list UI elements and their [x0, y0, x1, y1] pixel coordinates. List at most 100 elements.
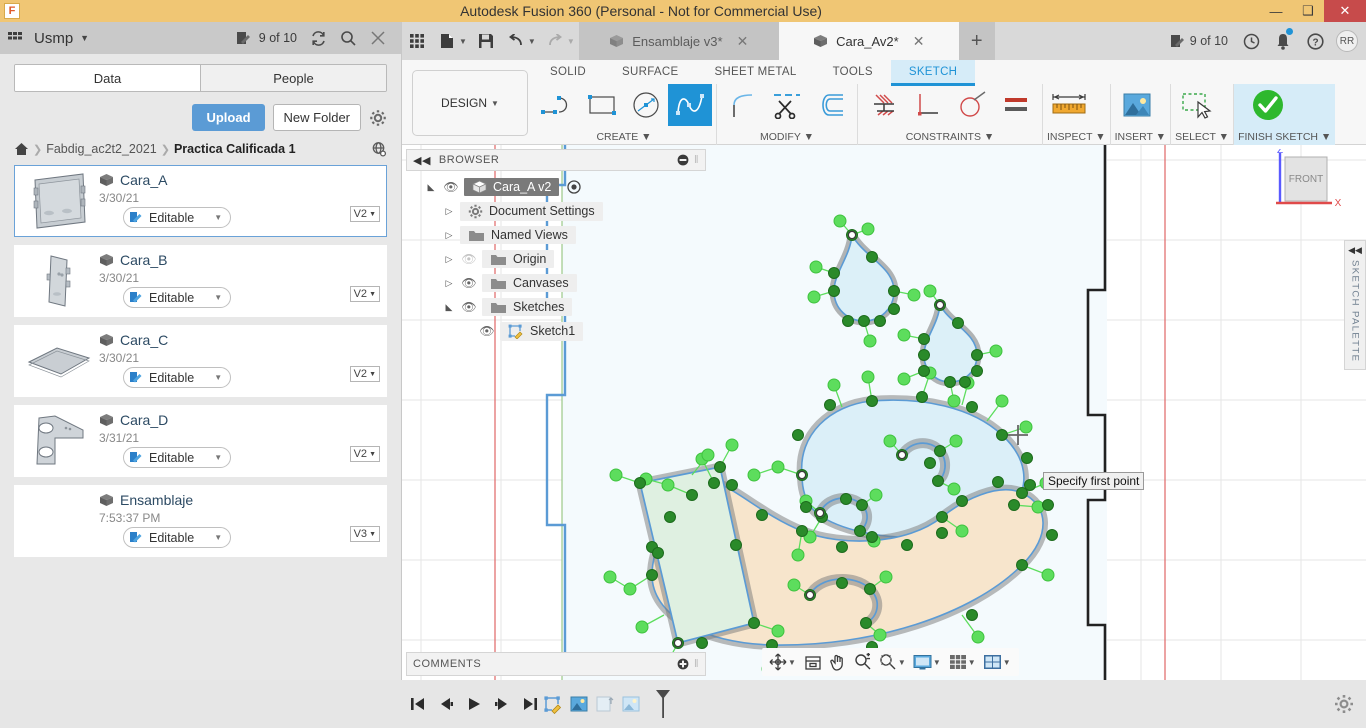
chevron-down-icon[interactable]: ▼ — [528, 37, 536, 46]
save-icon[interactable] — [471, 22, 501, 60]
new-folder-button[interactable]: New Folder — [272, 104, 361, 131]
upload-button[interactable]: Upload — [192, 104, 265, 131]
view-cube[interactable]: FRONT Z X — [1268, 149, 1348, 223]
line-icon[interactable] — [536, 84, 580, 126]
ribbon-group-label[interactable]: CONSTRAINTS ▼ — [862, 131, 1038, 145]
file-version-dropdown[interactable]: V3 ▼ — [349, 526, 380, 542]
ribbon-tab-sheet-metal[interactable]: SHEET METAL — [696, 60, 814, 84]
tree-item-origin[interactable]: ▷ 👁 Origin — [406, 247, 706, 271]
undo-icon[interactable] — [501, 22, 531, 60]
orbit-icon[interactable] — [766, 649, 790, 675]
visibility-eye-icon[interactable]: 👁 — [460, 276, 478, 290]
chevron-down-icon[interactable]: ▼ — [369, 531, 376, 538]
canvas-timeline-disabled-icon[interactable] — [594, 693, 616, 715]
gear-icon[interactable] — [369, 109, 387, 127]
rectangle-icon[interactable] — [580, 84, 624, 126]
file-version-dropdown[interactable]: V2 ▼ — [349, 206, 380, 222]
expand-triangle-icon[interactable]: ◣ — [442, 302, 456, 313]
doc-tab-ensamblaje[interactable]: Ensamblaje v3* ✕ — [578, 22, 779, 60]
comments-panel[interactable]: COMMENTS ‖ — [406, 652, 706, 676]
tab-people[interactable]: People — [200, 65, 386, 91]
offset-icon[interactable] — [809, 84, 853, 126]
workspace-switcher[interactable]: DESIGN ▼ — [412, 70, 528, 136]
trim-scissors-icon[interactable] — [765, 84, 809, 126]
notification-bell-icon[interactable] — [1268, 22, 1298, 60]
ribbon-group-label[interactable]: CREATE ▼ — [536, 131, 712, 145]
canvas-timeline-icon-2[interactable] — [620, 693, 642, 715]
insert-image-canvas-icon[interactable] — [1115, 84, 1159, 126]
chevron-down-icon[interactable]: ▼ — [214, 293, 222, 302]
perpendicular-icon[interactable] — [906, 84, 950, 126]
step-forward-icon[interactable] — [489, 689, 515, 719]
visibility-eye-icon[interactable]: 👁 — [442, 180, 460, 194]
avatar[interactable]: RR — [1336, 30, 1358, 52]
ribbon-group-label[interactable]: FINISH SKETCH ▼ — [1238, 131, 1331, 145]
look-at-icon[interactable] — [801, 649, 825, 675]
ribbon-tab-sketch[interactable]: SKETCH — [890, 60, 976, 86]
minus-circle-icon[interactable] — [677, 154, 689, 166]
tab-data[interactable]: Data — [15, 65, 200, 91]
chevron-down-icon[interactable]: ▼ — [933, 658, 941, 667]
step-back-icon[interactable] — [433, 689, 459, 719]
expand-triangle-icon[interactable]: ▷ — [442, 206, 456, 217]
timeline-marker-icon[interactable] — [652, 690, 674, 718]
fillet-icon[interactable] — [721, 84, 765, 126]
ribbon-tab-tools[interactable]: TOOLS — [815, 60, 891, 84]
breadcrumb-item-0[interactable]: Fabdig_ac2t2_2021 — [46, 142, 157, 156]
ribbon-tab-solid[interactable]: SOLID — [532, 60, 604, 84]
expand-triangle-icon[interactable]: ▷ — [442, 230, 456, 241]
tree-item-sketches[interactable]: ◣ 👁 Sketches — [406, 295, 706, 319]
expand-triangle-icon[interactable]: ▷ — [442, 278, 456, 289]
globe-share-icon[interactable] — [371, 141, 387, 157]
tree-item-document-settings[interactable]: ▷ Document Settings — [406, 199, 706, 223]
skip-to-start-icon[interactable] — [405, 689, 431, 719]
zoom-icon[interactable] — [851, 649, 875, 675]
visibility-eye-off-icon[interactable]: 👁 — [460, 252, 478, 266]
add-comment-icon[interactable] — [677, 658, 689, 670]
chevron-down-icon[interactable]: ▼ — [214, 213, 222, 222]
circle-icon[interactable] — [624, 84, 668, 126]
select-window-cursor-icon[interactable] — [1175, 84, 1219, 126]
chevron-down-icon[interactable]: ▼ — [1003, 658, 1011, 667]
canvas-timeline-icon[interactable] — [568, 693, 590, 715]
minimize-button[interactable]: — — [1260, 0, 1292, 22]
chevron-down-icon[interactable]: ▼ — [369, 211, 376, 218]
tangent-icon[interactable] — [950, 84, 994, 126]
close-button[interactable]: ✕ — [1324, 0, 1366, 22]
tree-item-cara-a[interactable]: ◣ 👁 Cara_A v2 — [406, 175, 706, 199]
expand-triangle-icon[interactable]: ◣ — [424, 182, 438, 193]
file-status-dropdown[interactable]: Editable ▼ — [123, 207, 232, 228]
maximize-button[interactable]: ❑ — [1292, 0, 1324, 22]
new-tab-button[interactable]: + — [958, 22, 995, 60]
viewports-icon[interactable] — [981, 649, 1005, 675]
file-status-dropdown[interactable]: Editable ▼ — [123, 527, 232, 548]
chevron-down-icon[interactable]: ▼ — [369, 451, 376, 458]
list-item[interactable]: Cara_A 3/30/21 Editable ▼ V2 ▼ — [14, 165, 387, 237]
file-version-dropdown[interactable]: V2 ▼ — [349, 286, 380, 302]
file-version-dropdown[interactable]: V2 ▼ — [349, 446, 380, 462]
tree-item-sketch1[interactable]: 👁 Sketch1 — [406, 319, 706, 343]
chevron-down-icon[interactable]: ▼ — [80, 33, 89, 43]
gear-icon[interactable] — [1334, 694, 1354, 714]
grid-snaps-icon[interactable] — [946, 649, 970, 675]
file-status-dropdown[interactable]: Editable ▼ — [123, 287, 232, 308]
close-icon[interactable]: ✕ — [913, 33, 925, 50]
chevron-down-icon[interactable]: ▼ — [214, 453, 222, 462]
doc-tab-cara-a[interactable]: Cara_Av2* ✕ — [778, 22, 959, 60]
new-file-icon[interactable] — [432, 22, 462, 60]
close-data-panel-icon[interactable] — [363, 23, 393, 53]
chevron-down-icon[interactable]: ▼ — [459, 37, 467, 46]
visibility-eye-icon[interactable]: 👁 — [460, 300, 478, 314]
help-icon[interactable]: ? — [1300, 22, 1330, 60]
activate-radio-icon[interactable] — [567, 180, 582, 194]
tree-item-named-views[interactable]: ▷ Named Views — [406, 223, 706, 247]
breadcrumb-item-1[interactable]: Practica Calificada 1 — [174, 142, 296, 156]
finish-sketch-check-icon[interactable] — [1246, 84, 1290, 126]
ribbon-tab-surface[interactable]: SURFACE — [604, 60, 696, 84]
list-item[interactable]: Cara_D 3/31/21 Editable ▼ V2 ▼ — [14, 405, 387, 477]
browser-header[interactable]: ◀◀ BROWSER ‖ — [406, 149, 706, 171]
expand-triangle-icon[interactable]: ▷ — [442, 254, 456, 265]
close-icon[interactable]: ✕ — [737, 33, 749, 50]
spline-fit-point-icon[interactable] — [668, 84, 712, 126]
equal-icon[interactable] — [994, 84, 1038, 126]
